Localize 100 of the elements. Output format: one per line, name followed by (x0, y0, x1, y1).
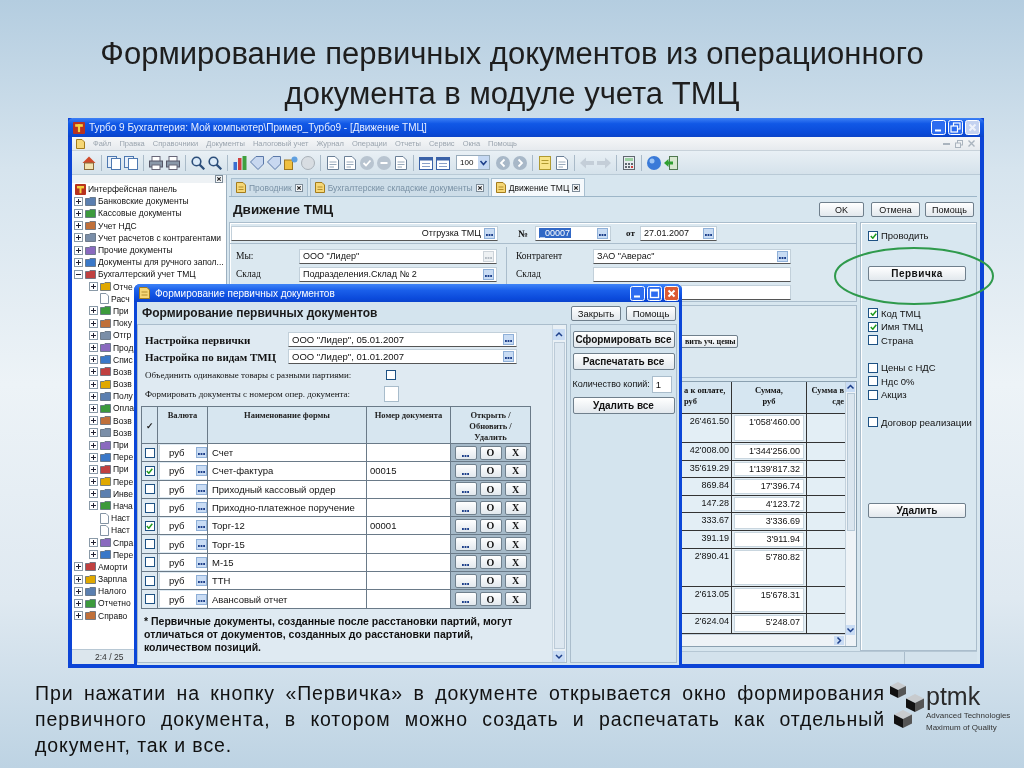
browse-button[interactable] (196, 465, 208, 477)
calculator-icon[interactable] (622, 155, 636, 170)
collapse-icon[interactable] (74, 269, 83, 279)
expand-icon[interactable] (89, 477, 98, 487)
open-button[interactable] (454, 555, 477, 570)
expand-icon[interactable] (74, 221, 83, 231)
refresh-button[interactable]: О (479, 482, 502, 497)
print-all-button[interactable]: Распечатать все (572, 353, 675, 370)
tag-icon[interactable] (250, 155, 264, 170)
open-button[interactable] (454, 573, 477, 588)
open-button[interactable] (454, 463, 477, 478)
lookup-field[interactable]: ЗАО "Аверас" (593, 248, 791, 264)
tree-item[interactable]: Отче (113, 281, 133, 292)
tree-item[interactable]: Интерфейсная панель (88, 184, 178, 195)
remove-button[interactable]: X (504, 500, 527, 515)
primary-docs-button[interactable]: Первичка (868, 265, 966, 281)
remove-button[interactable]: X (504, 482, 527, 497)
tree-item[interactable]: Прочие документы (98, 245, 173, 256)
home-icon[interactable] (82, 155, 96, 170)
expand-icon[interactable] (89, 330, 98, 340)
checkbox[interactable] (868, 417, 878, 428)
tree-item[interactable]: Спис (113, 354, 133, 365)
expand-icon[interactable] (89, 391, 98, 401)
close-icon[interactable] (475, 183, 484, 192)
tree-item[interactable]: Расч (111, 293, 130, 304)
browse-button[interactable] (196, 538, 208, 550)
operation-field[interactable]: Отгрузка ТМЦ (231, 225, 498, 241)
date-field[interactable]: 27.01.2007 (639, 225, 717, 241)
open-button[interactable] (454, 518, 477, 533)
down-arrow-icon[interactable] (846, 625, 855, 635)
printer-icon[interactable] (149, 155, 163, 170)
checkbox[interactable] (868, 321, 878, 332)
tree-item[interactable]: Опла (113, 403, 134, 414)
expand-icon[interactable] (89, 452, 98, 462)
browse-button[interactable] (597, 227, 609, 239)
expand-icon[interactable] (89, 343, 98, 353)
currency-field[interactable]: руб (159, 591, 207, 607)
refresh-button[interactable]: О (479, 518, 502, 533)
checkbox[interactable] (144, 575, 155, 586)
browse-button[interactable] (483, 268, 494, 280)
search-icon[interactable] (191, 155, 205, 170)
tree-item[interactable]: При (113, 440, 129, 451)
maximize-icon[interactable] (647, 285, 662, 301)
help-button[interactable]: Помощь (925, 202, 974, 217)
close-icon[interactable] (572, 183, 581, 192)
expand-icon[interactable] (74, 562, 83, 572)
remove-button[interactable]: X (504, 555, 527, 570)
minimize-icon[interactable] (630, 285, 645, 301)
input-field[interactable] (593, 266, 791, 282)
open-button[interactable] (454, 500, 477, 515)
close-icon[interactable] (215, 175, 223, 183)
expand-icon[interactable] (74, 233, 83, 243)
expand-icon[interactable] (89, 489, 98, 499)
currency-field[interactable]: руб (159, 536, 207, 553)
tree-item[interactable]: Отгр (113, 330, 132, 341)
refresh-button[interactable]: О (479, 537, 502, 552)
tree-item[interactable]: Банковские документы (98, 196, 189, 207)
bar-chart-icon[interactable] (233, 155, 247, 170)
refresh-button[interactable]: О (479, 500, 502, 515)
currency-field[interactable]: руб (159, 444, 207, 461)
open-button[interactable] (454, 482, 477, 497)
tree-item[interactable]: Пере (113, 549, 134, 560)
tree-item[interactable]: Инве (113, 488, 133, 499)
scrollbar-thumb[interactable] (554, 342, 565, 649)
browse-button[interactable] (196, 502, 208, 514)
tree-item[interactable]: Поку (113, 318, 132, 329)
checkbox[interactable] (868, 335, 878, 346)
expand-icon[interactable] (89, 403, 98, 413)
checkbox[interactable] (868, 376, 878, 387)
vertical-scrollbar[interactable] (845, 382, 856, 646)
expand-icon[interactable] (89, 379, 98, 389)
tree-item[interactable]: Пере (113, 452, 134, 463)
input-field[interactable] (681, 284, 791, 300)
tree-item[interactable]: Нача (113, 500, 133, 511)
currency-field[interactable]: руб (159, 481, 207, 498)
remove-button[interactable]: X (504, 573, 527, 588)
tree-item[interactable]: Спра (113, 537, 134, 548)
shapes-icon[interactable] (284, 155, 298, 170)
refresh-button[interactable]: О (479, 445, 502, 460)
checkbox[interactable] (144, 502, 155, 513)
tree-item[interactable]: Возв (113, 366, 132, 377)
document-icon[interactable] (555, 155, 569, 170)
tree-item[interactable]: Пере (113, 476, 134, 487)
checkbox[interactable] (868, 362, 878, 373)
expand-icon[interactable] (89, 501, 98, 511)
document-icon[interactable] (326, 155, 340, 170)
checkbox[interactable] (144, 557, 155, 568)
expand-icon[interactable] (89, 416, 98, 426)
remove-button[interactable]: X (504, 537, 527, 552)
checkbox[interactable] (868, 230, 878, 241)
remove-button[interactable]: X (504, 463, 527, 478)
open-button[interactable] (454, 537, 477, 552)
calendar-icon[interactable] (436, 155, 450, 170)
delete-button[interactable]: Удалить (868, 503, 966, 518)
refresh-button[interactable]: О (479, 463, 502, 478)
sphere-icon[interactable] (647, 155, 661, 170)
open-button[interactable] (454, 592, 477, 606)
right-arrow-icon[interactable] (834, 636, 844, 645)
currency-field[interactable]: руб (159, 499, 207, 516)
checkbox[interactable] (386, 369, 396, 380)
